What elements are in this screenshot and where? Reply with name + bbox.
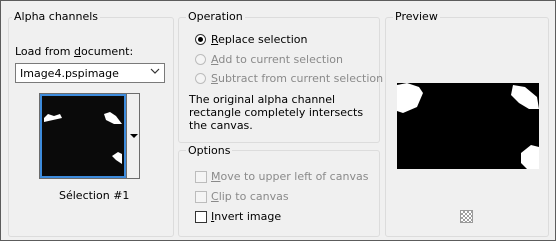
thumbnail-caption: Sélection #1 [59, 189, 130, 202]
operation-title: Operation [186, 10, 245, 23]
alpha-channels-title: Alpha channels [12, 10, 101, 23]
caret-down-icon [130, 134, 138, 138]
checkbox [195, 211, 207, 223]
radio-button [195, 34, 206, 45]
chevron-down-icon [150, 68, 160, 74]
thumbnail-dropdown-button[interactable] [126, 93, 140, 179]
checkerboard-icon[interactable] [460, 210, 473, 223]
operation-description: The original alpha channel rectangle com… [189, 93, 364, 132]
checkbox [195, 191, 207, 203]
checkbox [195, 171, 207, 183]
load-from-document-label: Load from document: [15, 45, 134, 58]
document-select-value: Image4.pspimage [20, 67, 119, 80]
radio-button [195, 54, 206, 65]
options-title: Options [186, 144, 233, 157]
preview-image [397, 83, 539, 169]
alpha-thumbnail-image [40, 94, 126, 178]
preview-title: Preview [393, 10, 440, 23]
dialog-frame: Alpha channels Load from document: Image… [0, 0, 556, 241]
radio-button [195, 73, 206, 84]
document-select[interactable]: Image4.pspimage [15, 63, 165, 83]
alpha-channel-thumbnail[interactable] [39, 93, 127, 179]
